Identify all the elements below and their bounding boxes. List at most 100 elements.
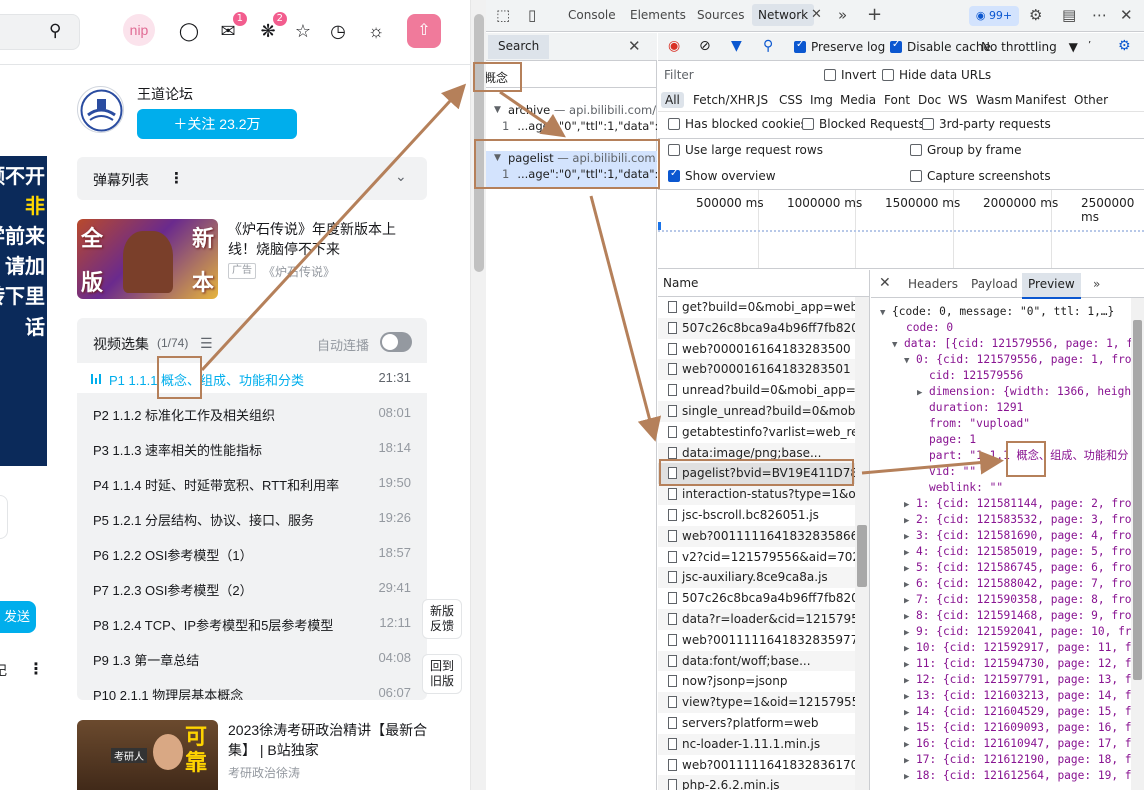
danmaku-list-panel[interactable]: 弹幕列表 ⋮ ⌄	[77, 157, 427, 200]
preserve-log-checkbox[interactable]: Preserve log	[794, 39, 885, 54]
json-array-item[interactable]: ▶ 5: {cid: 121586745, page: 6, fro	[904, 560, 1132, 577]
json-array-item[interactable]: ▶ 3: {cid: 121581690, page: 4, fro	[904, 528, 1132, 545]
device-toolbar-icon[interactable]: ▯	[528, 6, 536, 24]
clear-icon[interactable]: ⊘	[699, 38, 711, 54]
checkbox[interactable]	[882, 69, 894, 81]
search-result-file[interactable]: ▼ archive — api.bilibili.com/... 1 ...age…	[486, 103, 657, 139]
capture-screenshots-checkbox[interactable]: Capture screenshots	[910, 169, 1051, 183]
more-tabs-icon[interactable]: »	[838, 6, 847, 24]
request-list-scrollbar-thumb[interactable]	[857, 525, 867, 587]
page-scrollbar[interactable]	[470, 0, 486, 790]
type-filter-img[interactable]: Img	[810, 93, 833, 107]
big-member-icon[interactable]: ◯	[176, 18, 202, 44]
autoplay-toggle[interactable]	[380, 332, 412, 352]
more-options-icon[interactable]: ⋯	[1092, 6, 1107, 24]
checkbox[interactable]	[910, 144, 922, 156]
type-filter-other[interactable]: Other	[1074, 93, 1108, 107]
tab-headers[interactable]: Headers	[908, 277, 958, 291]
request-row[interactable]: web?001111164183283617016 4	[658, 755, 855, 776]
invert-checkbox[interactable]: Invert	[824, 68, 876, 82]
checkbox[interactable]	[802, 118, 814, 130]
result-line[interactable]: 1 ...age":"0","ttl":1,"data":{"...	[502, 119, 657, 133]
checkbox[interactable]	[668, 118, 680, 130]
ad-source[interactable]: 《炉石传说》	[263, 263, 335, 280]
request-row[interactable]: web?000016164183283500 9http	[658, 339, 855, 360]
close-icon[interactable]: ✕	[628, 37, 641, 55]
video-player[interactable]: 频不开 非 学前来 ，请加 转下里 话	[0, 156, 47, 466]
request-row[interactable]: now?jsonp=jsonp	[658, 671, 855, 692]
third-party-checkbox[interactable]: 3rd-party requests	[922, 117, 1051, 131]
tab-elements[interactable]: Elements	[630, 8, 686, 22]
request-row[interactable]: jsc-bscroll.bc826051.js	[658, 505, 855, 526]
recommend-author[interactable]: 考研政治徐涛	[228, 764, 300, 781]
episode-item[interactable]: P9 1.3 第一章总结 04:08	[77, 643, 427, 673]
history-icon[interactable]: ◷	[325, 18, 351, 44]
request-row[interactable]: web?001111164183283586616 4	[658, 525, 855, 547]
request-list-scrollbar[interactable]	[855, 297, 869, 790]
filter-icon[interactable]: ▼	[731, 38, 742, 54]
send-danmaku-button[interactable]: 发送	[0, 601, 36, 633]
mail-icon[interactable]: ✉ 1	[215, 12, 247, 44]
request-row[interactable]: nc-loader-1.11.1.min.js	[658, 733, 855, 755]
type-filter-wasm[interactable]: Wasm	[976, 93, 1012, 107]
hide-data-urls-checkbox[interactable]: Hide data URLs	[882, 68, 991, 82]
request-row[interactable]: unread?build=0&mobi_app=we	[658, 380, 855, 401]
dynamic-icon[interactable]: ❋ 2	[255, 12, 287, 44]
json-array-item[interactable]: ▶ 2: {cid: 121583532, page: 3, fro	[904, 512, 1132, 529]
episode-item[interactable]: P10 2.1.1 物理层基本概念 06:07	[77, 678, 427, 700]
request-row[interactable]: php-2.6.2.min.js	[658, 775, 855, 790]
disable-cache-checkbox[interactable]: Disable cache	[890, 39, 991, 54]
json-array-item[interactable]: ▶ 15: {cid: 121609093, page: 16, f	[904, 720, 1132, 737]
recommend-title[interactable]: 2023徐涛考研政治精讲【最新合集】 | B站独家	[228, 720, 433, 760]
request-row[interactable]: jsc-auxiliary.8ce9ca8a.js	[658, 567, 855, 589]
large-rows-checkbox[interactable]: Use large request rows	[668, 143, 823, 157]
tab-preview[interactable]: Preview	[1022, 273, 1081, 299]
search-icon[interactable]: ⚲	[763, 38, 773, 54]
request-row[interactable]: data:font/woff;base...	[658, 650, 855, 672]
group-by-frame-checkbox[interactable]: Group by frame	[910, 143, 1021, 157]
gear-icon[interactable]: ⚙	[1029, 6, 1042, 24]
json-array-item[interactable]: ▶ 6: {cid: 121588042, page: 7, fro	[904, 576, 1132, 593]
checkbox[interactable]	[922, 118, 934, 130]
blocked-cookies-checkbox[interactable]: Has blocked cookies	[668, 117, 807, 131]
json-array-item[interactable]: ▶ 12: {cid: 121597791, page: 13, f	[904, 672, 1132, 689]
episode-item[interactable]: P5 1.2.1 分层结构、协议、接口、服务 19:26	[77, 503, 427, 533]
episode-item[interactable]: P8 1.2.4 TCP、IP参考模型和5层参考模型 12:11	[77, 608, 427, 638]
json-dimension[interactable]: ▶ dimension: {width: 1366, heigh	[917, 384, 1131, 401]
checkbox[interactable]	[824, 69, 836, 81]
request-row[interactable]: get?build=0&mobi_app=web&...	[658, 297, 855, 318]
request-row[interactable]: 507c26c8bca9a4b96ff7fb820da3	[658, 588, 855, 609]
episode-item[interactable]: P4 1.1.4 时延、时延带宽积、RTT和利用率 19:50	[77, 468, 427, 498]
json-array-item[interactable]: ▶ 10: {cid: 121592917, page: 11, f	[904, 640, 1132, 657]
tab-network[interactable]: Network	[752, 4, 815, 26]
network-overview-timeline[interactable]: 500000 ms 1000000 ms 1500000 ms 2000000 …	[658, 189, 1144, 269]
checkbox-checked[interactable]	[890, 39, 902, 53]
tab-console[interactable]: Console	[568, 8, 616, 22]
more-icon[interactable]: ⋮	[28, 659, 44, 679]
json-array-item[interactable]: ▶ 16: {cid: 121610947, page: 17, f	[904, 736, 1132, 753]
ad-title[interactable]: 《炉石传说》年度新版本上线！烧脑停不下来	[228, 219, 418, 259]
favorites-icon[interactable]: ☆	[290, 18, 316, 44]
json-data[interactable]: ▼ data: [{cid: 121579556, page: 1, f	[892, 336, 1133, 353]
tab-sources[interactable]: Sources	[697, 8, 744, 22]
request-row[interactable]: v2?cid=121579556&aid=702287	[658, 547, 855, 568]
filter-input[interactable]: Filter	[658, 64, 828, 86]
json-array-item[interactable]: ▶ 14: {cid: 121604529, page: 15, f	[904, 704, 1132, 721]
json-array-item[interactable]: ▶ 18: {cid: 121612564, page: 19, f	[904, 768, 1132, 785]
json-root[interactable]: ▼ {code: 0, message: "0", ttl: 1,…}	[880, 304, 1114, 321]
follow-button[interactable]: ＋关注 23.2万	[137, 109, 297, 139]
back-to-old-version-tab[interactable]: 回到 旧版	[422, 654, 462, 694]
ad-thumbnail[interactable]: 全 新 版 本	[77, 219, 218, 299]
checkbox[interactable]	[668, 144, 680, 156]
type-filter-manifest[interactable]: Manifest	[1015, 93, 1066, 107]
checkbox-checked[interactable]	[794, 39, 806, 53]
episode-item[interactable]: P6 1.2.2 OSI参考模型（1） 18:57	[77, 538, 427, 568]
blocked-requests-checkbox[interactable]: Blocked Requests	[802, 117, 925, 131]
network-settings-gear-icon[interactable]: ⚙	[1118, 38, 1131, 54]
recommend-thumbnail[interactable]: 考研人 可靠	[77, 720, 218, 790]
danmaku-input-card[interactable]	[0, 495, 8, 539]
checkbox[interactable]	[910, 170, 922, 182]
request-row[interactable]: getabtestinfo?varlist=web_reply_	[658, 422, 855, 443]
uploader-name[interactable]: 王道论坛	[137, 84, 193, 104]
throttling-select[interactable]: No throttling ▼	[981, 40, 1078, 54]
